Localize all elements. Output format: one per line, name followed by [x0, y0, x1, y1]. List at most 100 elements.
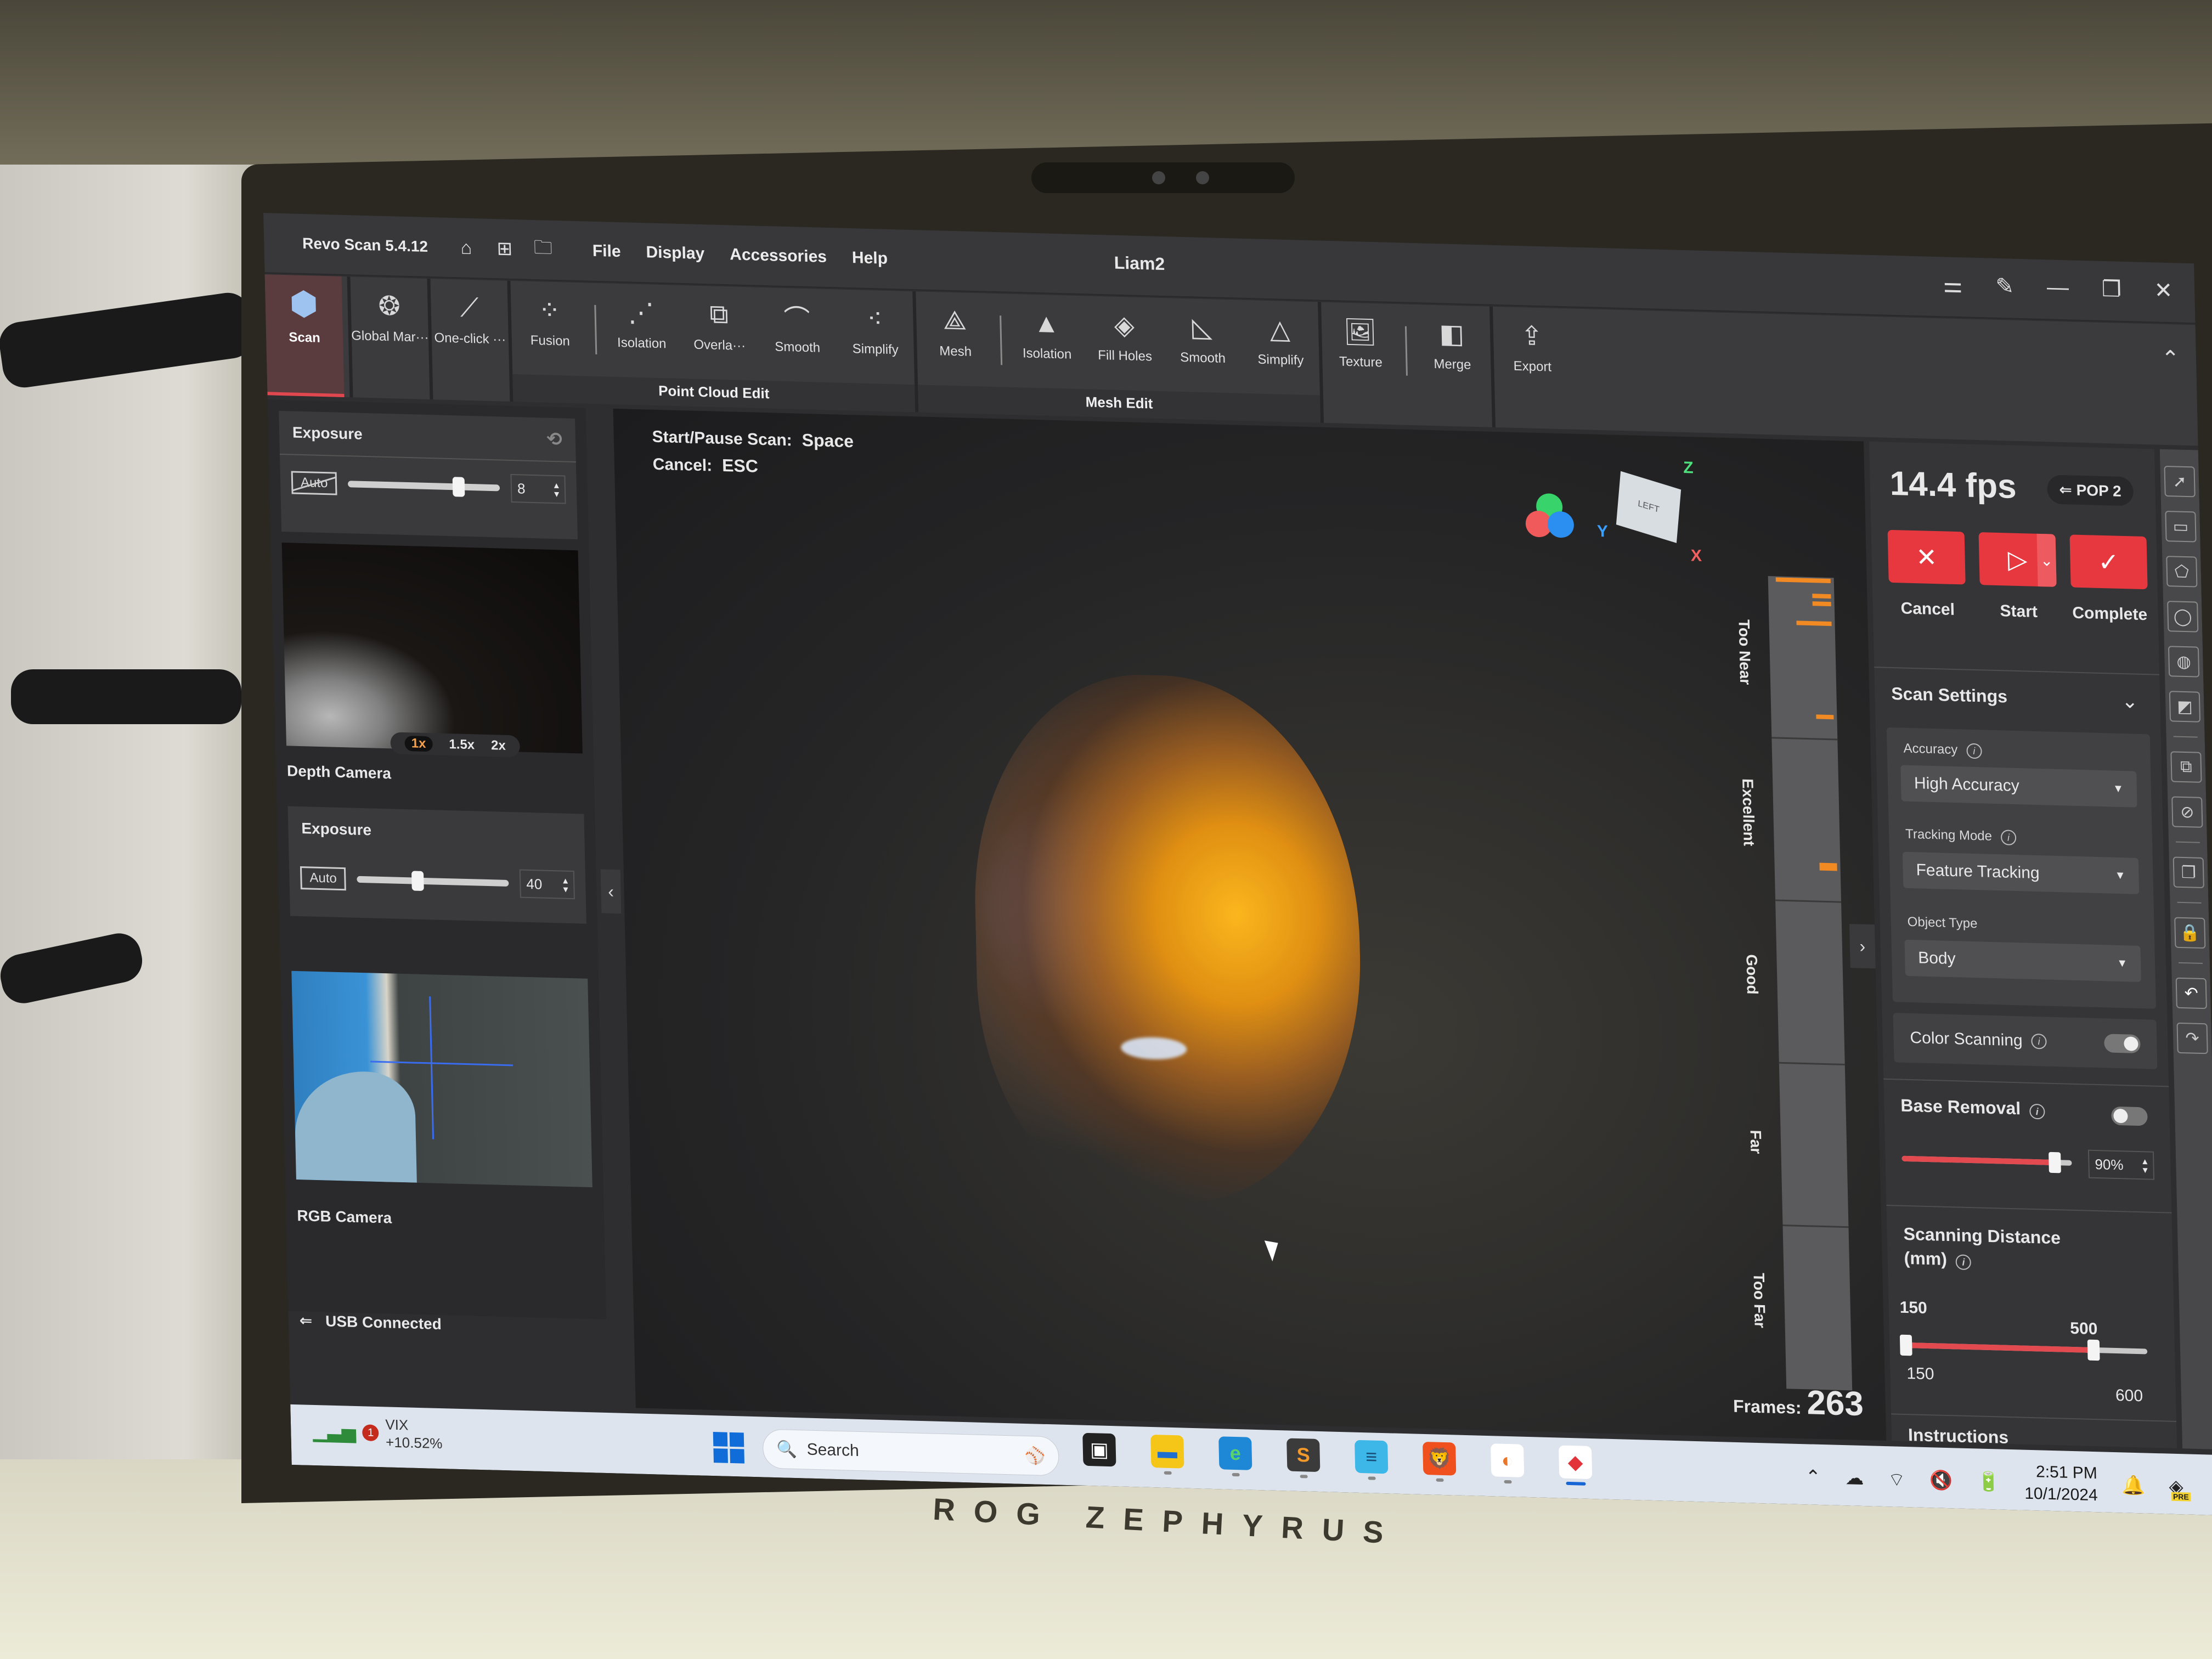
collapse-ribbon-icon[interactable]: ⌃ [2161, 346, 2180, 372]
redo-icon[interactable]: ↷ [2176, 1022, 2208, 1054]
play-icon[interactable]: ▷ [1978, 532, 2057, 587]
select-all-icon[interactable]: ⧉ [2170, 751, 2202, 783]
taskbar-app-task-view[interactable]: ▣ [1080, 1432, 1119, 1476]
show-hidden-icons-chevron[interactable]: ⌃ [1805, 1466, 1821, 1488]
menu-display[interactable]: Display [646, 243, 704, 263]
view-cube[interactable]: LEFT [1616, 471, 1681, 543]
global-marker-button[interactable]: ❂ Global Mar··· [351, 287, 429, 345]
taskbar-app-revo-scan[interactable]: ◆ [1556, 1445, 1595, 1488]
scanning-distance-max-thumb[interactable] [2087, 1339, 2100, 1361]
collapse-right-panel-button[interactable]: › [1849, 924, 1876, 969]
device-switch-button[interactable]: ⇐ POP 2 [2046, 475, 2134, 506]
mesh-simplify-button[interactable]: △ Simplify [1247, 311, 1314, 369]
rotate-camera-icon[interactable]: ⟲ [546, 428, 562, 451]
taskbar-app-blender-like[interactable]: ◐ [1488, 1443, 1527, 1486]
info-icon[interactable]: i [1966, 743, 1982, 759]
taskbar-app-file-explorer[interactable]: ▬ [1148, 1434, 1187, 1477]
info-icon[interactable]: i [2029, 1103, 2045, 1120]
zoom-1-5x-option[interactable]: 1.5x [449, 737, 475, 753]
info-icon[interactable]: i [2000, 830, 2017, 846]
info-icon[interactable]: i [1955, 1254, 1972, 1271]
spin-arrows-icon[interactable]: ▴ ▾ [2142, 1155, 2148, 1175]
taskbar-app-brave[interactable]: 🦁 [1420, 1441, 1459, 1485]
cancel-scan-button[interactable]: ✕ Cancel [1887, 529, 1967, 620]
lock-icon[interactable]: 🔒 [2174, 917, 2206, 949]
menu-accessories[interactable]: Accessories [730, 245, 827, 267]
wifi-icon[interactable]: ⌔ [1888, 1468, 1906, 1492]
zoom-2x-option[interactable]: 2x [491, 738, 506, 754]
one-click-button[interactable]: ⟋ One-click ··· [434, 290, 506, 347]
copilot-icon[interactable]: ◈ PRE [2169, 1476, 2191, 1502]
fill-holes-button[interactable]: ◈ Fill Holes [1091, 307, 1158, 365]
copy-icon[interactable]: ❐ [2172, 856, 2204, 889]
battery-charging-icon[interactable]: 🔋 [1977, 1470, 2000, 1493]
scanning-distance-range-slider[interactable] [1899, 1334, 2148, 1361]
fusion-button[interactable]: ⁘ Fusion [516, 292, 583, 349]
brush-select-icon[interactable]: ◍ [2168, 646, 2200, 678]
menu-file[interactable]: File [592, 242, 620, 261]
invert-select-icon[interactable]: ◩ [2169, 691, 2201, 723]
zoom-1x-option[interactable]: 1x [404, 735, 433, 752]
rgb-exposure-slider-thumb[interactable] [411, 871, 424, 891]
rect-select-icon[interactable]: ▭ [2165, 510, 2197, 543]
volume-muted-icon[interactable]: 🔇 [1929, 1469, 1953, 1492]
cancel-x-icon[interactable]: ✕ [1887, 529, 1966, 585]
depth-auto-exposure-button[interactable]: Auto [291, 471, 337, 495]
polygon-select-icon[interactable]: ⬠ [2166, 556, 2198, 588]
instructions-title[interactable]: Instructions [1908, 1425, 2009, 1448]
mesh-isolation-button[interactable]: ▲ Isolation [1013, 305, 1080, 363]
export-button[interactable]: ⇪ Export [1498, 318, 1565, 375]
lasso-select-icon[interactable]: ◯ [2167, 601, 2199, 633]
info-icon[interactable]: i [2031, 1033, 2047, 1049]
home-icon[interactable]: ⌂ [455, 236, 477, 259]
undo-icon[interactable]: ↶ [2175, 977, 2207, 1009]
depth-exposure-slider-thumb[interactable] [452, 477, 465, 497]
delete-selection-icon[interactable]: ⊘ [2171, 796, 2203, 828]
complete-scan-button[interactable]: ✓ Complete [2069, 534, 2148, 624]
tracking-mode-select[interactable]: Feature Tracking ▼ [1902, 851, 2140, 894]
feedback-icon[interactable]: ✎ [1995, 274, 2015, 300]
rgb-exposure-spinbox[interactable]: 40 ▴ ▾ [519, 869, 575, 900]
taskbar-app-edge[interactable]: e [1216, 1436, 1255, 1479]
start-button[interactable] [713, 1432, 744, 1464]
collapse-left-panel-button[interactable]: ‹ [600, 869, 622, 914]
checkmark-icon[interactable]: ✓ [2069, 534, 2148, 590]
base-removal-spinbox[interactable]: 90% ▴ ▾ [2087, 1149, 2155, 1180]
rgb-auto-exposure-button[interactable]: Auto [300, 866, 347, 891]
accuracy-select[interactable]: High Accuracy ▼ [1900, 765, 2137, 808]
minimize-icon[interactable]: — [2046, 275, 2069, 301]
mesh-smooth-button[interactable]: ◺ Smooth [1169, 309, 1236, 366]
mesh-button[interactable]: ⟁ Mesh [922, 302, 989, 360]
chevron-down-icon[interactable]: ⌄ [2121, 690, 2138, 713]
pc-smooth-button[interactable]: ⌒ Smooth [764, 298, 831, 356]
3d-viewport[interactable]: Start/Pause Scan: Space Cancel: ESC LEFT Z… [613, 408, 1887, 1441]
spin-arrows-icon[interactable]: ▴ ▾ [563, 875, 568, 895]
select-arrow-icon[interactable]: ➚ [2164, 465, 2196, 498]
notification-bell-icon[interactable]: 🔔 [2121, 1474, 2145, 1497]
depth-exposure-slider[interactable] [348, 477, 500, 497]
pc-simplify-button[interactable]: ⁖ Simplify [842, 301, 909, 358]
color-scanning-toggle[interactable] [2104, 1034, 2141, 1054]
onedrive-off-icon[interactable]: ☁ [1845, 1467, 1864, 1489]
texture-button[interactable]: 🖼 Texture [1327, 313, 1393, 371]
open-folder-icon[interactable]: 🗀 [532, 236, 554, 261]
stock-widget[interactable]: ▁▃▅ 1 VIX +10.52% [313, 1414, 443, 1452]
spin-arrows-icon[interactable]: ▴ ▾ [554, 479, 560, 499]
scan-button[interactable]: ⬢ Scan [264, 274, 345, 397]
scanning-distance-min-thumb[interactable] [1899, 1334, 1912, 1356]
clock[interactable]: 2:51 PM 10/1/2024 [2024, 1461, 2098, 1507]
settings-sliders-icon[interactable]: ⚌ [1943, 272, 1963, 298]
taskbar-app-sublime-text[interactable]: S [1284, 1438, 1323, 1481]
new-project-icon[interactable]: ⊞ [493, 238, 516, 260]
overlap-button[interactable]: ⧉ Overla··· [686, 296, 753, 354]
close-icon[interactable]: ✕ [2154, 278, 2173, 303]
base-removal-slider-thumb[interactable] [2049, 1152, 2061, 1173]
restore-icon[interactable]: ❐ [2101, 276, 2121, 302]
view-cube-left-face[interactable]: LEFT [1638, 499, 1660, 516]
base-removal-slider[interactable] [1901, 1152, 2072, 1173]
object-type-select[interactable]: Body ▼ [1904, 939, 2141, 983]
depth-exposure-spinbox[interactable]: 8 ▴ ▾ [510, 473, 566, 504]
color-mode-icon[interactable] [1525, 493, 1576, 543]
pc-isolation-button[interactable]: ⋰ Isolation [608, 294, 675, 352]
taskbar-app-notepad[interactable]: ≡ [1352, 1440, 1391, 1483]
